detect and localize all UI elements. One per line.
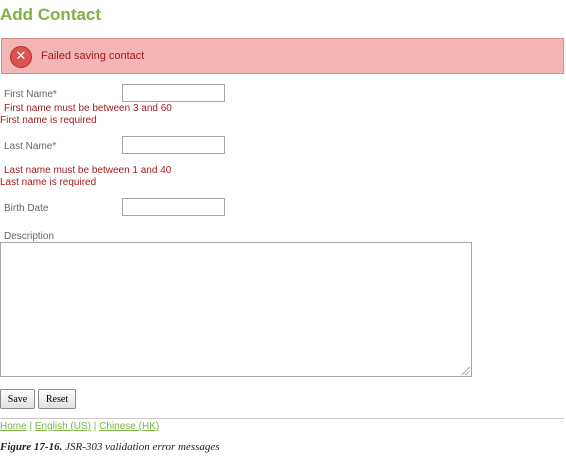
figure-caption: Figure 17-16. JSR-303 validation error m…	[0, 441, 220, 453]
first-name-input[interactable]	[122, 84, 225, 102]
last-name-input[interactable]	[122, 136, 225, 154]
error-message: Failed saving contact	[41, 50, 145, 62]
footer-separator: |	[29, 421, 33, 432]
first-name-required-error: First name is required	[0, 115, 97, 126]
figure-number: Figure 17-16.	[0, 441, 63, 453]
resize-grip-icon[interactable]	[460, 365, 470, 375]
figure-caption-text: JSR-303 validation error messages	[65, 441, 220, 453]
first-name-label: First Name*	[4, 89, 57, 100]
first-name-length-error: First name must be between 3 and 60	[4, 103, 172, 114]
description-label: Description	[4, 231, 55, 242]
footer-link-english-us[interactable]: English (US)	[35, 421, 91, 432]
error-banner: ✕ Failed saving contact	[1, 38, 564, 74]
last-name-required-error: Last name is required	[0, 177, 97, 188]
footer-nav: Home | English (US) | Chinese (HK)	[0, 421, 159, 432]
description-textarea[interactable]	[0, 242, 472, 377]
footer-link-home[interactable]: Home	[0, 421, 27, 432]
last-name-label: Last Name*	[4, 141, 57, 152]
page-title: Add Contact	[0, 5, 102, 24]
last-name-length-error: Last name must be between 1 and 40	[4, 165, 172, 176]
reset-button[interactable]: Reset	[38, 389, 76, 409]
save-button[interactable]: Save	[0, 389, 35, 409]
footer-separator: |	[93, 421, 97, 432]
error-x-icon: ✕	[10, 46, 32, 68]
footer-divider	[0, 418, 564, 419]
footer-link-chinese-hk[interactable]: Chinese (HK)	[99, 421, 159, 432]
birth-date-label: Birth Date	[4, 203, 49, 214]
birth-date-input[interactable]	[122, 198, 225, 216]
